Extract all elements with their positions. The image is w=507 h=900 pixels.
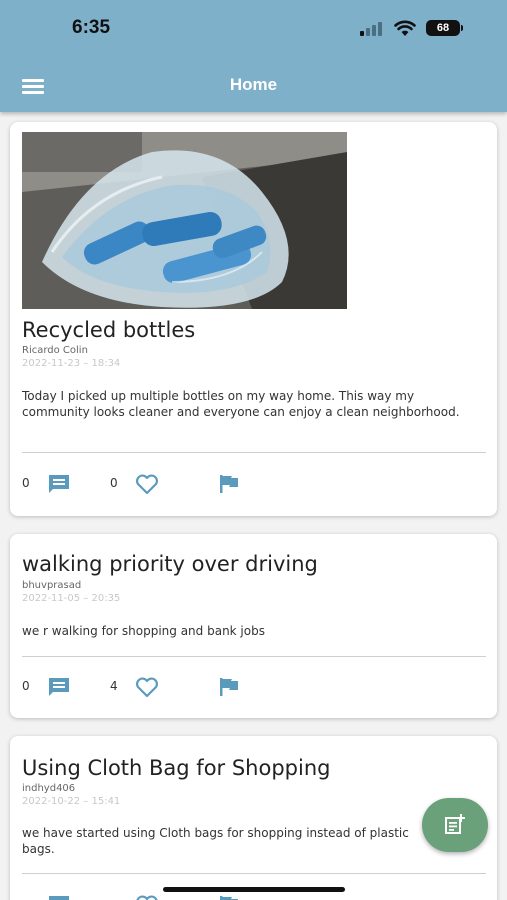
post-author: bhuvprasad	[22, 580, 82, 591]
post-actions	[10, 893, 497, 900]
post-divider	[22, 873, 486, 874]
heart-outline-icon[interactable]	[134, 472, 160, 496]
battery-tip	[461, 25, 463, 31]
add-post-icon	[445, 814, 465, 834]
post-body: we have started using Cloth bags for sho…	[22, 826, 409, 856]
post-image[interactable]	[22, 132, 347, 309]
post-title: walking priority over driving	[22, 552, 318, 576]
post-title: Recycled bottles	[22, 318, 196, 342]
post-date: 2022-11-05 – 20:35	[22, 593, 121, 604]
post-card[interactable]: Recycled bottles Ricardo Colin 2022-11-2…	[10, 122, 497, 516]
flag-icon[interactable]	[216, 472, 242, 496]
post-divider	[22, 452, 486, 453]
home-indicator	[163, 887, 345, 892]
bottles-photo-illustration	[22, 132, 347, 309]
like-count: 4	[110, 679, 118, 693]
comment-icon[interactable]	[46, 675, 72, 699]
post-date: 2022-11-23 – 18:34	[22, 358, 121, 369]
heart-outline-icon[interactable]	[134, 675, 160, 699]
post-divider	[22, 656, 486, 657]
battery-icon: 68	[426, 20, 460, 36]
flag-icon[interactable]	[216, 675, 242, 699]
post-body: we r walking for shopping and bank jobs	[22, 624, 265, 638]
comment-count: 0	[22, 679, 30, 693]
comment-count: 0	[22, 476, 30, 490]
heart-outline-icon[interactable]	[134, 893, 160, 900]
post-author: Ricardo Colin	[22, 345, 88, 356]
post-actions: 0 4	[10, 675, 497, 699]
status-bar: 6:35 68	[0, 0, 507, 58]
post-feed[interactable]: Recycled bottles Ricardo Colin 2022-11-2…	[0, 112, 507, 900]
post-date: 2022-10-22 – 15:41	[22, 796, 121, 807]
post-title: Using Cloth Bag for Shopping	[22, 756, 331, 780]
comment-icon[interactable]	[46, 893, 72, 900]
add-post-button[interactable]	[422, 798, 488, 852]
status-time: 6:35	[72, 17, 111, 38]
post-body: Today I picked up multiple bottles on my…	[22, 389, 460, 419]
post-card[interactable]: walking priority over driving bhuvprasad…	[10, 534, 497, 718]
flag-icon[interactable]	[216, 893, 242, 900]
signal-icon	[360, 22, 386, 36]
post-actions: 0 0	[10, 472, 497, 496]
like-count: 0	[110, 476, 118, 490]
wifi-icon	[394, 20, 416, 36]
comment-icon[interactable]	[46, 472, 72, 496]
app-header: 6:35 68 Home	[0, 0, 507, 112]
page-title: Home	[229, 75, 278, 94]
post-author: indhyd406	[22, 783, 76, 794]
